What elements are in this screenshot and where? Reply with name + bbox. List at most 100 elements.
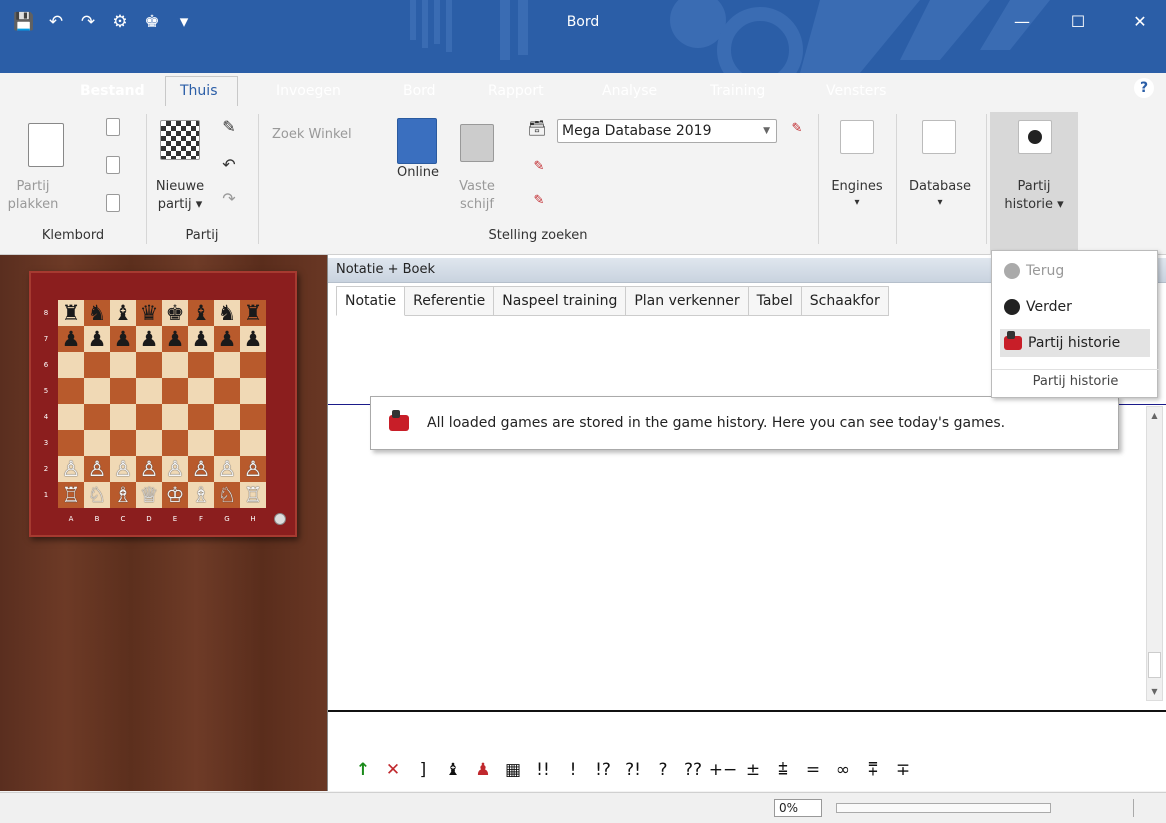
chess-piece[interactable]: ♝ [192,301,211,325]
scroll-thumb[interactable] [1148,652,1161,678]
scroll-up-icon[interactable]: ▲ [1147,407,1162,424]
chess-piece[interactable]: ♞ [218,301,237,325]
board-square[interactable]: ♟ [162,326,188,352]
board-square[interactable]: ♙ [110,456,136,482]
annotation-symbol-button[interactable]: ▦ [498,760,528,780]
tab-thuis[interactable]: Thuis [165,76,238,106]
new-game-board-icon[interactable] [160,120,200,160]
paste-game-icon[interactable] [106,194,120,212]
chess-piece[interactable]: ♟ [114,327,133,351]
board-square[interactable]: ♗ [110,482,136,508]
paste-game-line2[interactable]: plakken [0,196,68,213]
tab-training[interactable]: Training [696,78,779,106]
chess-piece[interactable]: ♞ [88,301,107,325]
clipboard-icon[interactable] [28,123,64,167]
board-square[interactable]: ♜ [58,300,84,326]
board-square[interactable]: ♙ [240,456,266,482]
edit-icon[interactable]: ✎ [220,118,238,135]
board-square[interactable]: ♟ [110,326,136,352]
chess-piece[interactable]: ♜ [62,301,81,325]
annotation-symbol-button[interactable]: = [798,760,828,780]
annotation-symbol-button[interactable]: !! [528,760,558,780]
chess-piece[interactable]: ♔ [166,483,185,507]
chess-piece[interactable]: ♕ [140,483,159,507]
tab-bestand[interactable]: Bestand [66,78,159,106]
board-square[interactable]: ♙ [58,456,84,482]
tab-analyse[interactable]: Analyse [588,78,671,106]
board-square[interactable] [110,404,136,430]
search-settings-icon[interactable]: ✎ [786,120,808,137]
board-square[interactable] [136,430,162,456]
board-square[interactable] [58,430,84,456]
chess-piece[interactable]: ♟ [88,327,107,351]
board-square[interactable]: ♞ [214,300,240,326]
board-square[interactable] [188,430,214,456]
board-square[interactable]: ♟ [58,326,84,352]
board-square[interactable] [162,430,188,456]
board-square[interactable]: ♜ [240,300,266,326]
chess-piece[interactable]: ♟ [218,327,237,351]
chess-piece[interactable]: ♝ [114,301,133,325]
chess-piece[interactable]: ♙ [114,457,133,481]
chess-piece[interactable]: ♘ [88,483,107,507]
board-square[interactable]: ♚ [162,300,188,326]
board-square[interactable] [84,430,110,456]
board-square[interactable] [58,378,84,404]
tab-notatie[interactable]: Notatie [336,286,406,316]
board-square[interactable]: ♔ [162,482,188,508]
chess-piece[interactable]: ♙ [218,457,237,481]
board-square[interactable]: ♞ [84,300,110,326]
new-game-line2[interactable]: partij ▾ [145,196,215,213]
board-square[interactable] [136,378,162,404]
chess-piece[interactable]: ♟ [166,327,185,351]
chess-piece[interactable]: ♚ [166,301,185,325]
help-icon[interactable]: ? [1134,78,1154,98]
board-square[interactable]: ♟ [84,326,110,352]
board-square[interactable]: ♖ [240,482,266,508]
annotation-symbol-button[interactable]: !? [588,760,618,780]
chess-piece[interactable]: ♙ [192,457,211,481]
board-flip-knob[interactable] [274,513,286,525]
board-square[interactable] [214,430,240,456]
chess-piece[interactable]: ♟ [192,327,211,351]
board-square[interactable] [110,352,136,378]
engines-arrow[interactable]: ▾ [822,194,892,211]
search-filter-icon-2[interactable]: ✎ [528,192,550,209]
annotation-symbol-button[interactable]: ?! [618,760,648,780]
database-arrow[interactable]: ▾ [900,194,980,211]
chess-piece[interactable]: ♗ [114,483,133,507]
board-square[interactable]: ♟ [136,326,162,352]
board-square[interactable] [84,378,110,404]
disk-line2[interactable]: schijf [452,196,502,213]
search-filter-icon[interactable]: ✎ [528,158,550,175]
board-square[interactable]: ♘ [84,482,110,508]
board-square[interactable] [240,404,266,430]
menu-item-partij-historie[interactable]: Partij historie [1000,329,1150,357]
board-square[interactable]: ♙ [188,456,214,482]
history-line2[interactable]: historie ▾ [994,196,1074,213]
minimize-button[interactable]: — [1000,6,1044,36]
annotation-symbol-button[interactable]: ⩱ [858,760,888,780]
search-shop-label[interactable]: Zoek Winkel [272,126,372,143]
database-select[interactable]: Mega Database 2019 ▼ [557,119,777,143]
board-square[interactable] [58,352,84,378]
tab-tabel[interactable]: Tabel [748,286,802,316]
annotation-symbol-button[interactable]: ± [738,760,768,780]
board-square[interactable] [162,378,188,404]
board-square[interactable] [188,352,214,378]
annotation-symbol-button[interactable]: ] [408,760,438,780]
annotation-symbol-button[interactable]: ? [648,760,678,780]
chess-piece[interactable]: ♘ [218,483,237,507]
menu-item-verder[interactable]: Verder [1000,293,1150,321]
chess-piece[interactable]: ♙ [140,457,159,481]
new-game-line1[interactable]: Nieuwe [145,178,215,195]
tab-plan-verkenner[interactable]: Plan verkenner [626,286,749,316]
chess-piece[interactable]: ♗ [192,483,211,507]
board-square[interactable] [214,378,240,404]
online-button[interactable]: Online [393,164,443,181]
chess-piece[interactable]: ♟ [62,327,81,351]
tab-naspeel-training[interactable]: Naspeel training [494,286,627,316]
board-square[interactable]: ♙ [214,456,240,482]
chess-piece[interactable]: ♛ [140,301,159,325]
history-line1[interactable]: Partij [994,178,1074,195]
